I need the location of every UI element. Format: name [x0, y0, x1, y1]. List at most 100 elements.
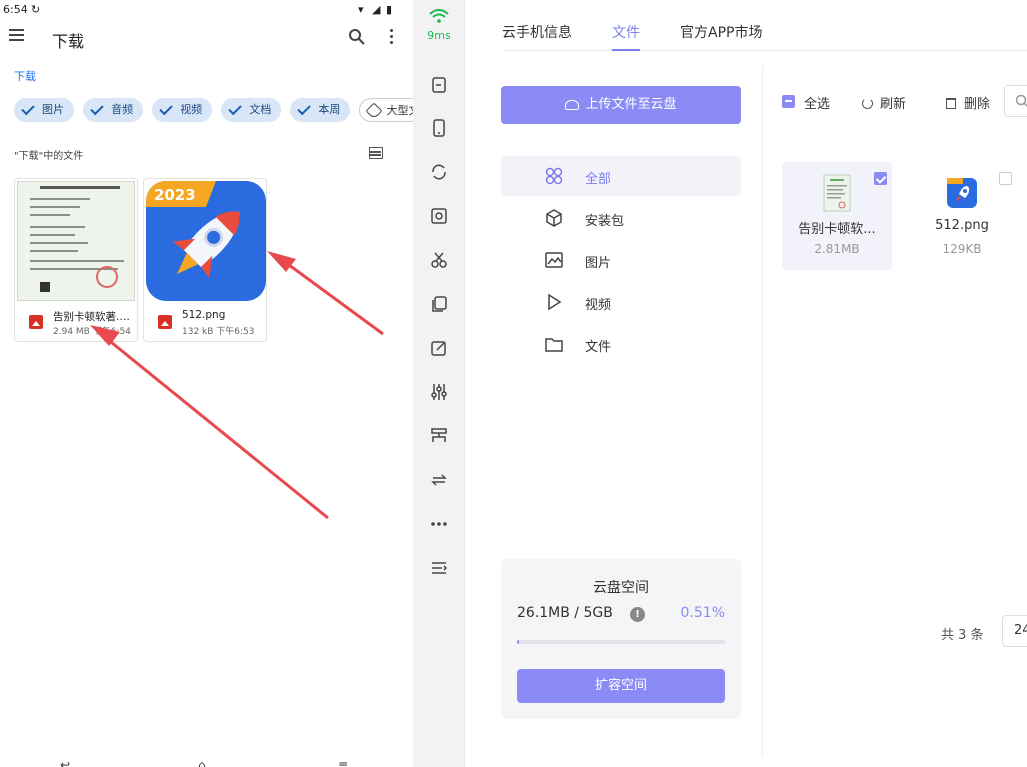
select-all-label[interactable]: 全选 [804, 93, 830, 112]
select-all-checkbox[interactable] [782, 95, 795, 108]
file-card[interactable]: 告别卡顿软著.png 2.94 MB 下午6:54 [14, 178, 138, 342]
status-time: 6:54 [3, 3, 28, 16]
clipboard-icon[interactable] [430, 295, 448, 313]
file-name: 512.png [935, 218, 989, 233]
page-size-select[interactable]: 24 [1002, 615, 1027, 647]
file-card[interactable]: 2023 512.png 132 kB 下午6:53 [143, 178, 267, 342]
chip-large-files[interactable]: 大型文件 [359, 98, 413, 122]
search-icon [1015, 94, 1027, 108]
play-icon [548, 293, 562, 311]
image-file-icon [29, 315, 43, 329]
category-images[interactable]: 图片 [501, 240, 741, 280]
breadcrumb[interactable]: 下载 [14, 68, 36, 84]
cloud-storage-card: 云盘空间 26.1MB / 5GB ! 0.51% 扩容空间 [501, 559, 741, 719]
cloud-file-card[interactable]: 告别卡顿软... 2.81MB [782, 162, 892, 270]
overflow-menu-icon[interactable] [390, 29, 394, 45]
category-label: 安装包 [585, 214, 625, 229]
file-name: 告别卡顿软著.png [53, 311, 133, 323]
file-meta: 132 kB 下午6:53 [182, 327, 255, 337]
network-icon[interactable] [430, 427, 448, 445]
more-icon[interactable] [430, 515, 448, 533]
signal-status-icon: ◢ [372, 3, 381, 16]
search-icon[interactable] [348, 28, 366, 46]
phone-icon[interactable] [430, 119, 448, 137]
storage-progress-bar [517, 640, 725, 644]
edit-icon[interactable] [430, 339, 448, 357]
file-checkbox[interactable] [874, 172, 887, 185]
category-label: 图片 [585, 256, 612, 271]
file-checkbox[interactable] [999, 172, 1012, 185]
image-file-icon [158, 315, 172, 329]
chip-documents[interactable]: 文档 [221, 98, 282, 122]
rocket-thumbnail-icon [947, 178, 977, 208]
sync-icon[interactable] [430, 163, 448, 181]
tab-bar: 云手机信息 文件 官方APP市场 [502, 0, 1027, 51]
trash-icon [946, 98, 956, 109]
file-size: 2.81MB [814, 242, 860, 256]
svg-text:2023: 2023 [154, 186, 196, 204]
system-nav-bar: ↩ ⌂ ≡ [0, 752, 413, 767]
file-size: 129KB [942, 242, 982, 256]
check-icon [90, 101, 104, 116]
battery-status-icon: ▮ [386, 3, 393, 16]
cloud-file-card[interactable]: 512.png 129KB [907, 162, 1017, 270]
package-icon [546, 209, 562, 227]
expand-storage-button[interactable]: 扩容空间 [517, 669, 725, 703]
category-all[interactable]: 全部 [501, 156, 741, 196]
settings-sliders-icon[interactable] [430, 383, 448, 401]
android-file-manager: 6:54 ↻ ▾ ◢ ▮ 下载 下载 图片 音频 视频 文档 本周 大型文件 "… [0, 0, 413, 767]
sync-status-icon: ↻ [31, 3, 41, 16]
category-label: 全部 [585, 172, 612, 187]
divider [762, 66, 763, 756]
hamburger-menu-icon[interactable] [8, 26, 28, 46]
info-icon[interactable]: ! [630, 607, 645, 622]
collapse-icon[interactable] [430, 559, 448, 577]
delete-button[interactable]: 删除 [946, 93, 990, 112]
tab-phone-info[interactable]: 云手机信息 [502, 22, 572, 42]
rocket-icon: 2023 [146, 181, 240, 279]
search-input[interactable] [1004, 85, 1027, 117]
chip-audio[interactable]: 音频 [83, 98, 144, 122]
wifi-signal-icon [429, 9, 449, 23]
chip-video[interactable]: 视频 [152, 98, 213, 122]
cloud-upload-icon [565, 99, 580, 110]
network-latency: 9ms [413, 8, 465, 42]
rocket-app-thumbnail: 2023 [144, 179, 266, 303]
folder-icon [545, 338, 563, 352]
file-meta: 2.94 MB 下午6:54 [53, 327, 131, 337]
storage-progress-fill [517, 640, 520, 644]
file-icon[interactable] [430, 76, 448, 94]
cloud-phone-panel: 云手机信息 文件 官方APP市场 上传文件至云盘 全部 安装包 图片 视频 文件 [466, 0, 1027, 767]
refresh-icon [862, 98, 873, 109]
tab-files[interactable]: 文件 [612, 22, 640, 51]
section-label: "下载"中的文件 [14, 151, 84, 162]
chip-this-week[interactable]: 本周 [290, 98, 351, 122]
storage-used: 26.1MB / 5GB [517, 605, 613, 621]
cut-icon[interactable] [430, 251, 448, 269]
app-bar: 下载 [0, 20, 413, 56]
category-files[interactable]: 文件 [501, 324, 741, 364]
wifi-status-icon: ▾ [358, 3, 364, 16]
back-icon[interactable]: ↩ [60, 758, 70, 767]
transfer-icon[interactable] [430, 471, 448, 489]
tab-app-market[interactable]: 官方APP市场 [680, 22, 762, 42]
file-name: 告别卡顿软... [798, 222, 876, 237]
category-label: 文件 [585, 340, 612, 355]
category-packages[interactable]: 安装包 [501, 198, 741, 238]
check-icon [228, 101, 242, 116]
image-icon [545, 252, 563, 268]
chip-images[interactable]: 图片 [14, 98, 74, 122]
tool-sidebar: 9ms [413, 0, 465, 767]
home-icon[interactable]: ⌂ [198, 758, 206, 767]
tag-icon [365, 102, 383, 120]
list-view-toggle-icon[interactable] [369, 147, 383, 159]
certificate-thumbnail [15, 179, 137, 303]
check-icon [159, 101, 173, 116]
category-videos[interactable]: 视频 [501, 282, 741, 322]
screenshot-icon[interactable] [430, 207, 448, 225]
category-label: 视频 [585, 298, 612, 313]
refresh-button[interactable]: 刷新 [862, 93, 906, 112]
status-bar: 6:54 ↻ ▾ ◢ ▮ [0, 0, 413, 20]
upload-button[interactable]: 上传文件至云盘 [501, 86, 741, 124]
recents-icon[interactable]: ≡ [338, 758, 348, 767]
